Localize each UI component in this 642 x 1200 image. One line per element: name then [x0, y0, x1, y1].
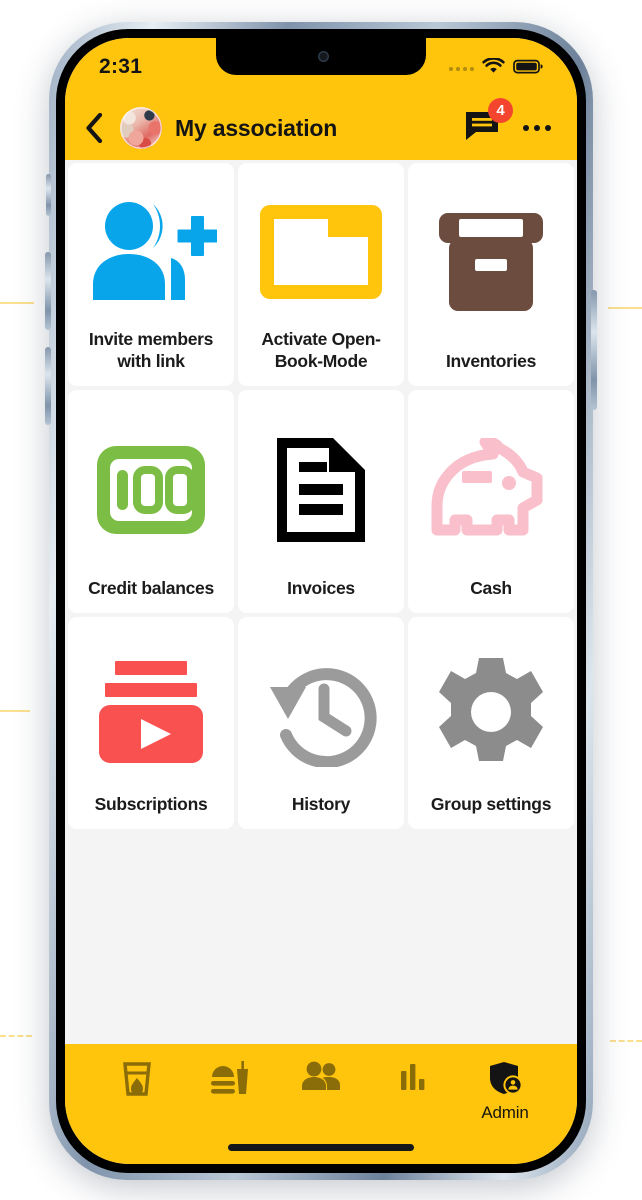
decorative-line-left-2 — [0, 710, 30, 712]
nav-item-food[interactable] — [183, 1060, 275, 1105]
power-button[interactable] — [591, 290, 597, 410]
front-camera-icon — [317, 51, 329, 62]
empty-content-area — [65, 829, 577, 1044]
back-button[interactable] — [81, 113, 107, 143]
phone-bezel: 2:31 My association 4 Invite members wit… — [56, 29, 586, 1173]
nav-item-admin[interactable]: Admin — [459, 1060, 551, 1123]
nav-item-drinks[interactable] — [91, 1060, 183, 1105]
nav-item-members[interactable] — [275, 1060, 367, 1101]
tile-cash[interactable]: Cash — [408, 390, 574, 613]
tile-label: Subscriptions — [94, 793, 208, 814]
tile-label: Group settings — [430, 793, 552, 814]
tile-grid: Invite members with link Activate Open-B… — [68, 163, 574, 829]
admin-shield-icon — [487, 1060, 523, 1101]
volume-up-button[interactable] — [45, 252, 51, 330]
tile-subscriptions[interactable]: Subscriptions — [68, 617, 234, 829]
decorative-line-left-3 — [0, 1035, 32, 1037]
tile-credit-balances[interactable]: Credit balances — [68, 390, 234, 613]
tile-activate-open-book-mode[interactable]: Activate Open-Book-Mode — [238, 163, 404, 386]
tile-label: History — [291, 793, 351, 814]
hundred-credit-icon — [74, 404, 228, 577]
mute-switch[interactable] — [46, 174, 51, 216]
tile-label: Credit balances — [88, 577, 214, 598]
decorative-line-left-1 — [0, 302, 34, 304]
subscriptions-icon — [74, 631, 228, 793]
chat-bubble-icon — [464, 111, 500, 146]
people-icon — [301, 1060, 341, 1099]
signal-dots-icon — [449, 67, 474, 71]
person-add-icon — [74, 177, 228, 328]
tile-invite-members[interactable]: Invite members with link — [68, 163, 234, 386]
piggy-bank-icon — [414, 404, 568, 577]
decorative-line-right-1 — [608, 307, 642, 309]
chat-badge: 4 — [488, 97, 513, 123]
tile-label: Invoices — [287, 577, 355, 598]
drink-glass-icon — [120, 1060, 154, 1103]
tile-label: Cash — [470, 577, 512, 598]
tile-label: Activate Open-Book-Mode — [261, 328, 381, 371]
phone-screen: 2:31 My association 4 Invite members wit… — [65, 38, 577, 1164]
storage-box-icon — [414, 177, 568, 350]
wifi-icon — [482, 57, 505, 80]
folder-open-icon — [244, 177, 398, 328]
volume-down-button[interactable] — [45, 347, 51, 425]
avatar[interactable] — [120, 107, 162, 149]
tile-inventories[interactable]: Inventories — [408, 163, 574, 386]
page-title: My association — [175, 114, 338, 141]
decorative-line-right-2 — [610, 1040, 642, 1042]
phone-frame: 2:31 My association 4 Invite members wit… — [45, 22, 597, 1180]
battery-full-icon — [513, 59, 543, 79]
tile-label: Invite members with link — [88, 328, 214, 371]
bar-stats-icon — [399, 1060, 427, 1097]
nav-item-stats[interactable] — [367, 1060, 459, 1099]
nav-label: Admin — [481, 1103, 529, 1122]
tile-invoices[interactable]: Invoices — [238, 390, 404, 613]
tile-grid-area: Invite members with link Activate Open-B… — [65, 160, 577, 829]
gear-icon — [414, 631, 568, 793]
document-icon — [244, 404, 398, 577]
tile-label: Inventories — [445, 350, 537, 371]
display-notch — [216, 38, 426, 75]
app-bar: My association 4 — [65, 96, 577, 160]
tile-group-settings[interactable]: Group settings — [408, 617, 574, 829]
status-clock: 2:31 — [99, 55, 143, 78]
chat-button[interactable]: 4 — [464, 97, 513, 147]
home-indicator[interactable] — [228, 1144, 414, 1151]
food-burger-icon — [208, 1060, 250, 1103]
history-clock-icon — [244, 631, 398, 793]
tile-history[interactable]: History — [238, 617, 404, 829]
more-horizontal-icon[interactable] — [517, 117, 551, 139]
